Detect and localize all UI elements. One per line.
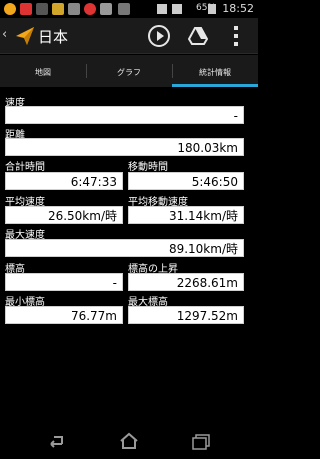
notification-icon [100,3,112,15]
signal-icon [172,4,182,14]
speed-value: - [5,106,244,124]
battery-icon [208,4,216,14]
total-time-label: 合計時間 [5,162,45,173]
overflow-menu-icon[interactable] [232,26,240,46]
notification-icon [20,3,32,15]
bluetooth-icon [157,4,167,14]
min-elevation-value: 76.77m [5,306,123,324]
moving-time-value: 5:46:50 [128,172,244,190]
tab-bar: 地図 グラフ 統計情報 [0,55,258,87]
page-title: 日本 [38,28,69,46]
max-elevation-value: 1297.52m [128,306,244,324]
mail-icon [68,3,80,15]
avg-speed-value: 26.50km/時 [5,206,123,224]
notification-icon [36,3,48,15]
home-icon[interactable] [118,432,140,450]
recent-apps-icon[interactable] [190,432,212,450]
play-icon[interactable] [148,25,170,47]
back-chevron-icon[interactable]: ‹ [2,27,7,42]
app-logo-icon[interactable] [13,24,37,48]
status-bar: 65% 18:52 [0,0,258,18]
notification-icon [52,3,64,15]
elevation-gain-value: 2268.61m [128,273,244,291]
clock: 18:52 [222,2,254,15]
navigation-bar [0,424,258,459]
action-bar: ‹ 日本 [0,18,258,54]
tab-map[interactable]: 地図 [0,55,86,87]
avg-moving-speed-value: 31.14km/時 [128,206,244,224]
moving-time-label: 移動時間 [128,162,168,173]
distance-value: 180.03km [5,138,244,156]
google-drive-icon[interactable] [188,26,208,46]
flag-icon [118,3,130,15]
tab-statistics[interactable]: 統計情報 [172,55,258,87]
elevation-value: - [5,273,123,291]
notification-icon [84,3,96,15]
notification-icon [4,3,16,15]
max-speed-value: 89.10km/時 [5,239,244,257]
back-icon[interactable] [44,432,66,450]
total-time-value: 6:47:33 [5,172,123,190]
tab-graph[interactable]: グラフ [86,55,172,87]
